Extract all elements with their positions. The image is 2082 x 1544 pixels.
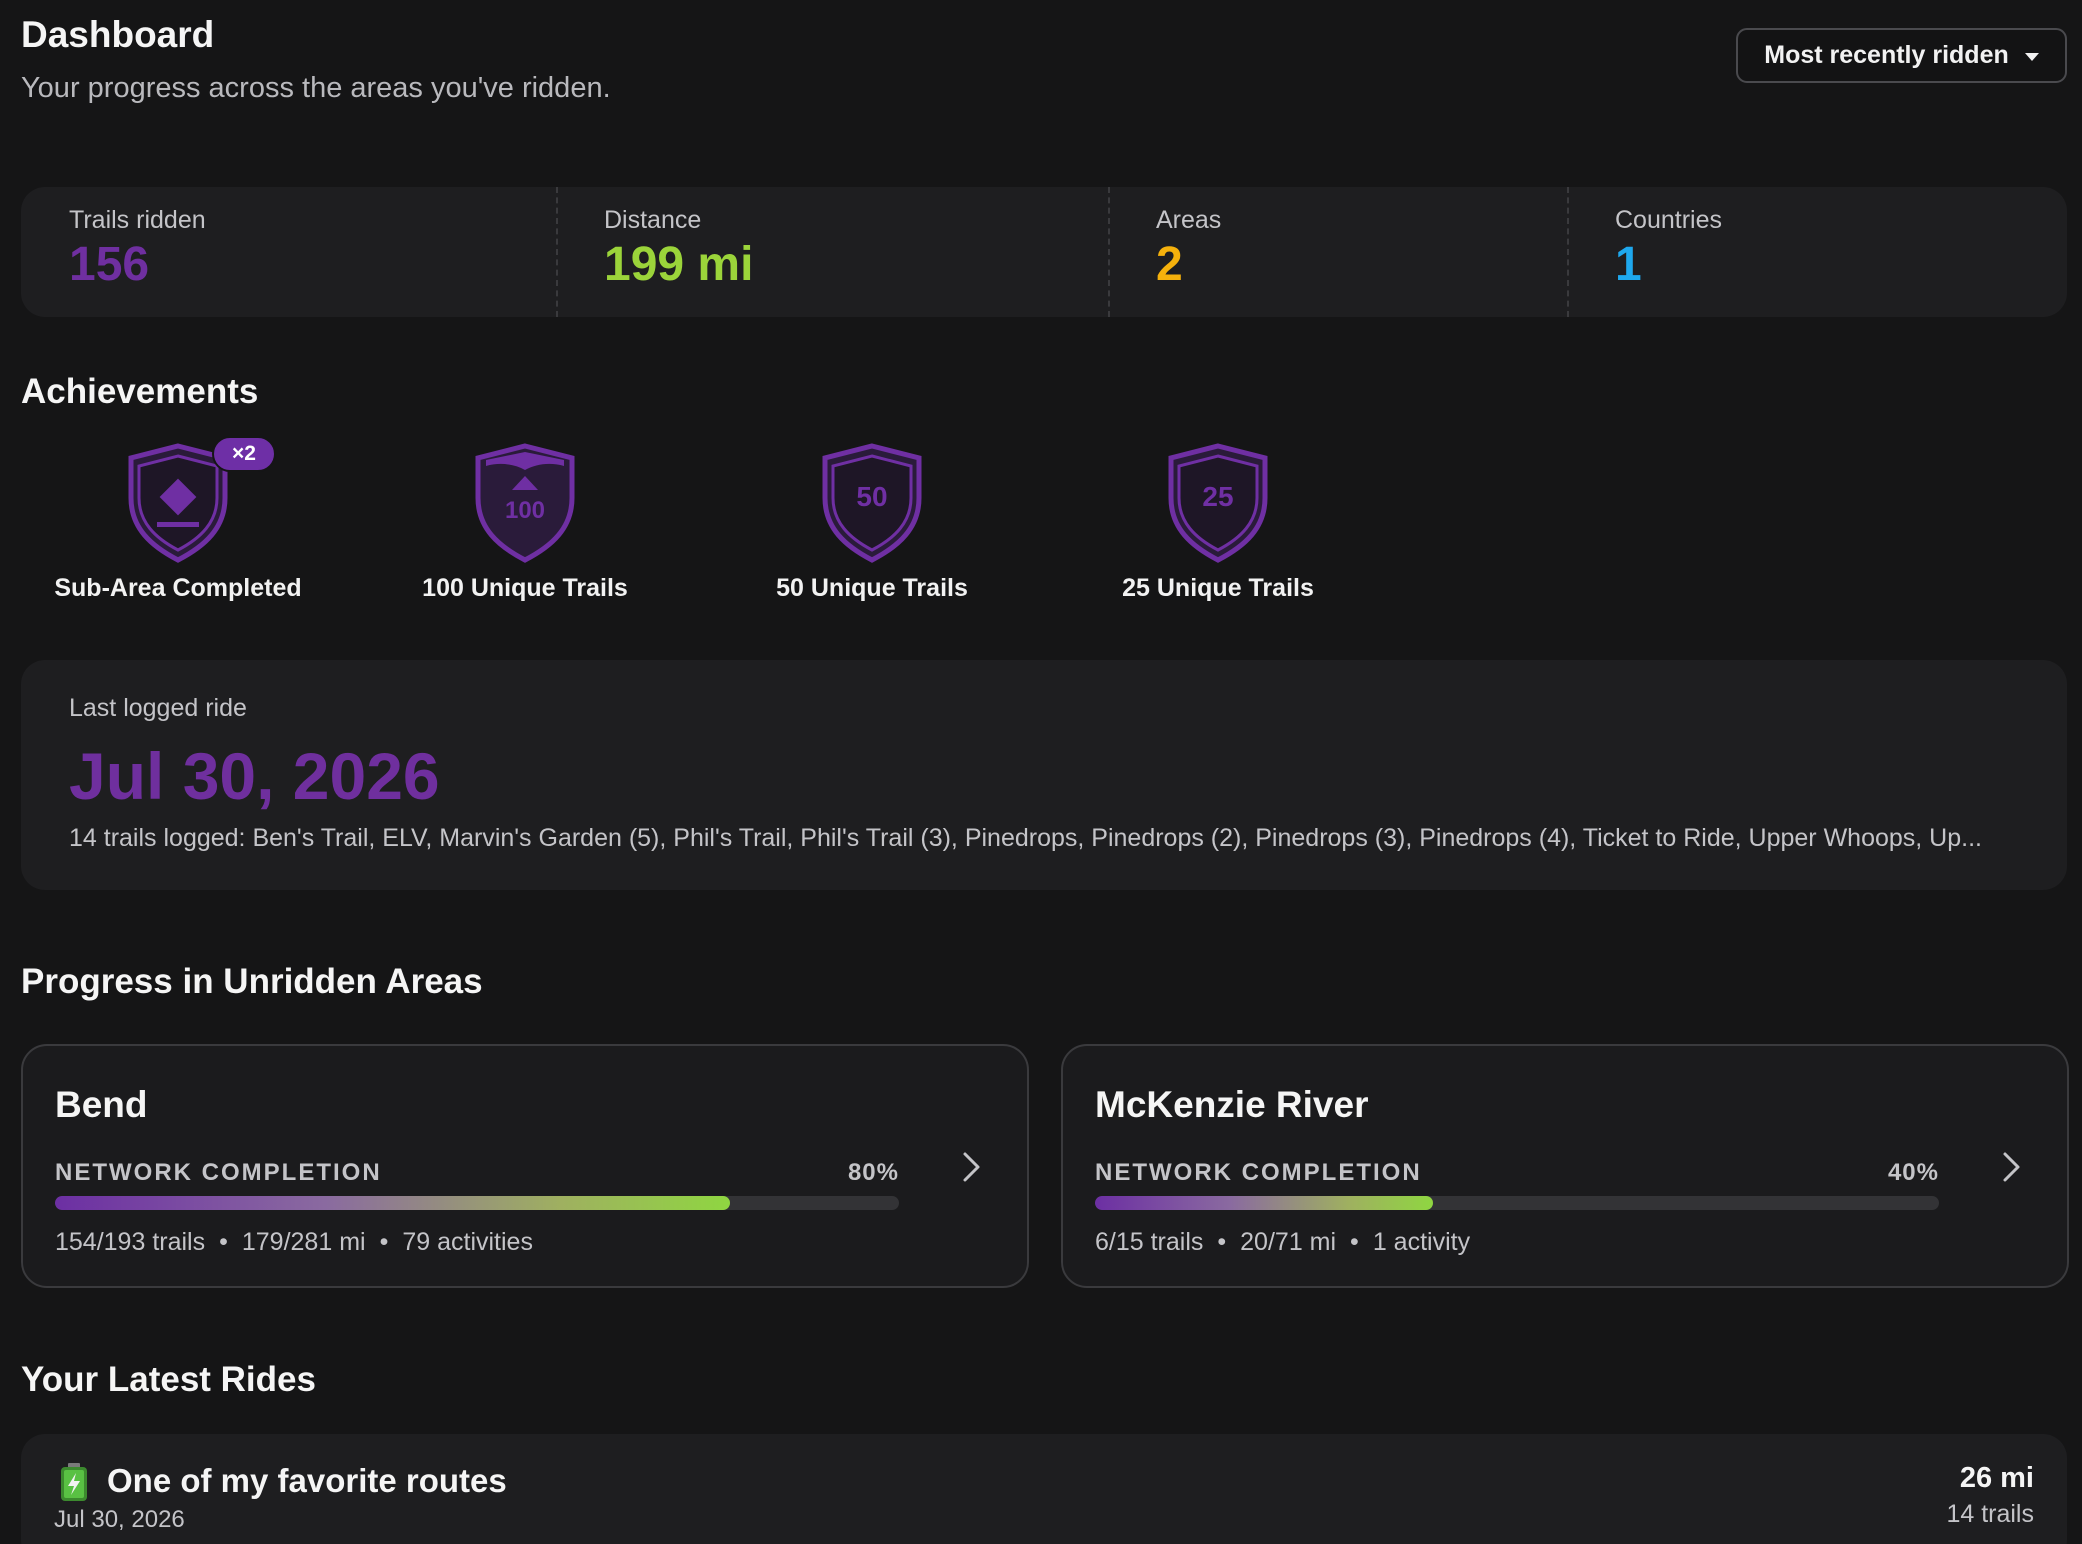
stats-summary: Trails ridden 156 Distance 199 mi Areas … xyxy=(21,187,2067,317)
badge-number: 50 xyxy=(856,481,887,512)
stat-label: Distance xyxy=(604,206,702,234)
achievement-label: Sub-Area Completed xyxy=(54,574,302,602)
achievement-25-unique-trails[interactable]: 25 25 Unique Trails xyxy=(1088,436,1348,603)
achievement-label: 25 Unique Trails xyxy=(1122,574,1314,602)
page-subtitle: Your progress across the areas you've ri… xyxy=(21,72,611,104)
stat-areas: Areas 2 xyxy=(1108,187,1567,317)
ride-name: One of my favorite routes xyxy=(107,1462,507,1499)
area-name: McKenzie River xyxy=(1095,1084,1369,1125)
separator: • xyxy=(379,1228,389,1256)
completion-progress-fill xyxy=(1095,1196,1433,1210)
area-stats: 154/193 trails • 179/281 mi • 79 activities xyxy=(55,1228,533,1257)
ride-date: Jul 30, 2026 xyxy=(54,1506,185,1533)
area-name: Bend xyxy=(55,1084,148,1125)
completion-progress-fill xyxy=(55,1196,731,1210)
dashboard-page: Dashboard Your progress across the areas… xyxy=(0,0,2082,1544)
achievements-title: Achievements xyxy=(21,372,259,411)
ride-row[interactable]: One of my favorite routes Jul 30, 2026 2… xyxy=(21,1434,2067,1544)
stat-value: 156 xyxy=(69,238,150,291)
sort-dropdown[interactable]: Most recently ridden xyxy=(1736,28,2067,83)
battery-icon xyxy=(61,1463,87,1501)
network-completion-label: NETWORK COMPLETION xyxy=(55,1159,382,1186)
stat-label: Trails ridden xyxy=(69,206,206,234)
badge-number: 100 xyxy=(505,497,545,524)
page-title: Dashboard xyxy=(21,14,215,55)
stat-distance: Distance 199 mi xyxy=(556,187,1108,317)
badge-number: 25 xyxy=(1202,481,1233,512)
stat-trails-ridden: Trails ridden 156 xyxy=(21,187,556,317)
area-activities: 79 activities xyxy=(402,1228,533,1256)
stat-value: 1 xyxy=(1615,238,1642,291)
network-completion-label: NETWORK COMPLETION xyxy=(1095,1159,1422,1186)
area-card-bend[interactable]: Bend NETWORK COMPLETION 80% 154/193 trai… xyxy=(21,1044,1029,1288)
unridden-areas-title: Progress in Unridden Areas xyxy=(21,962,483,1001)
area-distance: 179/281 mi xyxy=(241,1228,366,1256)
network-completion-percent: 80% xyxy=(847,1159,899,1186)
last-ride-date: Jul 30, 2026 xyxy=(69,739,440,813)
achievement-sub-area-completed[interactable]: ×2 Sub-Area Completed xyxy=(48,436,308,603)
shield-icon: 50 xyxy=(822,443,922,563)
last-ride-trails: 14 trails logged: Ben's Trail, ELV, Marv… xyxy=(69,824,1982,852)
area-card-mckenzie-river[interactable]: McKenzie River NETWORK COMPLETION 40% 6/… xyxy=(1061,1044,2069,1288)
achievement-100-unique-trails[interactable]: 100 100 Unique Trails xyxy=(395,436,655,603)
area-trails: 154/193 trails xyxy=(55,1228,206,1256)
completion-progress-bar xyxy=(55,1196,899,1210)
achievement-label: 100 Unique Trails xyxy=(422,574,628,602)
chevron-right-icon xyxy=(963,1152,980,1182)
area-distance: 20/71 mi xyxy=(1240,1228,1337,1256)
ride-distance: 26 mi xyxy=(1959,1462,2034,1494)
separator: • xyxy=(1350,1228,1359,1256)
last-logged-ride-card[interactable]: Last logged ride Jul 30, 2026 14 trails … xyxy=(21,660,2067,890)
achievement-50-unique-trails[interactable]: 50 50 Unique Trails xyxy=(742,436,1002,603)
multiplier-badge: ×2 xyxy=(212,436,276,472)
shield-icon: 25 xyxy=(1168,443,1268,563)
separator: • xyxy=(1217,1228,1227,1256)
completion-progress-bar xyxy=(1095,1196,1939,1210)
stat-label: Countries xyxy=(1615,206,1722,234)
area-activities: 1 activity xyxy=(1372,1228,1471,1256)
area-trails: 6/15 trails xyxy=(1095,1228,1204,1256)
mountain-shield-icon: 100 xyxy=(475,443,575,563)
stat-label: Areas xyxy=(1156,206,1222,234)
network-completion-percent: 40% xyxy=(1887,1159,1939,1186)
caret-down-icon xyxy=(2024,52,2039,61)
sort-dropdown-label: Most recently ridden xyxy=(1764,41,2009,69)
stat-value: 199 mi xyxy=(604,238,754,291)
chevron-right-icon xyxy=(2003,1152,2020,1182)
ride-trail-count: 14 trails xyxy=(1946,1500,2034,1528)
last-ride-label: Last logged ride xyxy=(69,694,247,722)
page-header: Dashboard Your progress across the areas… xyxy=(21,14,611,105)
latest-rides-title: Your Latest Rides xyxy=(21,1360,316,1399)
separator: • xyxy=(219,1228,228,1256)
area-stats: 6/15 trails • 20/71 mi • 1 activity xyxy=(1095,1228,1470,1257)
stat-value: 2 xyxy=(1156,238,1183,291)
stat-countries: Countries 1 xyxy=(1567,187,2067,317)
achievement-label: 50 Unique Trails xyxy=(776,574,968,602)
